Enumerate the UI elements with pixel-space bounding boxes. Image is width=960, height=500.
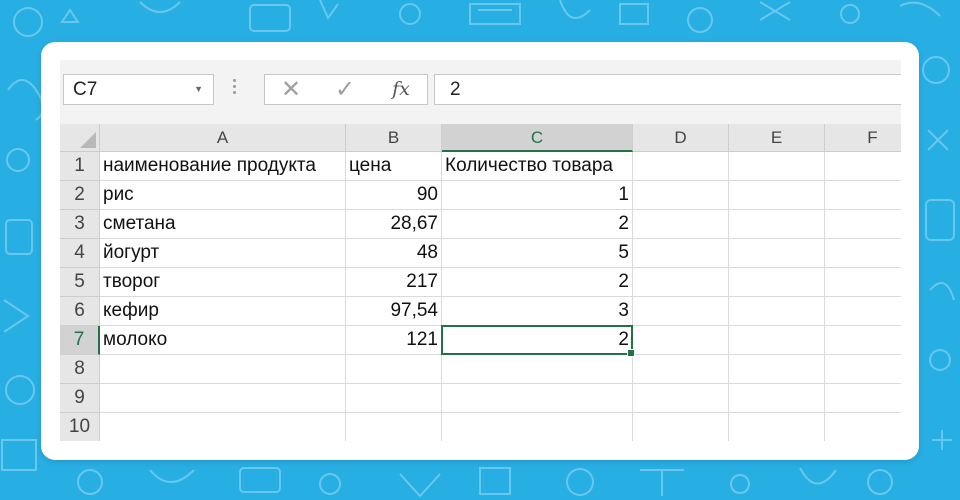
cell-e6[interactable] [729, 297, 825, 326]
cell-c8[interactable] [442, 355, 633, 384]
cell-b1[interactable]: цена [346, 152, 442, 181]
cell-d8[interactable] [633, 355, 729, 384]
formula-bar: C7 ▼ ✕ ✓ fx 2 [60, 60, 901, 112]
cell-a3[interactable]: сметана [100, 210, 346, 239]
column-header-b[interactable]: B [346, 124, 442, 152]
cell-d10[interactable] [633, 413, 729, 441]
drag-handle-icon[interactable] [232, 76, 238, 100]
row-header-1[interactable]: 1 [60, 152, 100, 181]
column-header-d[interactable]: D [633, 124, 729, 152]
cell-c1[interactable]: Количество товара [442, 152, 633, 181]
name-box[interactable]: C7 ▼ [63, 74, 214, 105]
cell-c9[interactable] [442, 384, 633, 413]
check-icon[interactable]: ✓ [325, 75, 365, 104]
select-all-button[interactable] [60, 124, 100, 152]
cell-a7[interactable]: молоко [100, 326, 346, 355]
cell-b2[interactable]: 90 [346, 181, 442, 210]
cell-e9[interactable] [729, 384, 825, 413]
cell-c6[interactable]: 3 [442, 297, 633, 326]
cell-c2[interactable]: 1 [442, 181, 633, 210]
chevron-down-icon[interactable]: ▼ [194, 75, 203, 104]
cell-d3[interactable] [633, 210, 729, 239]
cell-a9[interactable] [100, 384, 346, 413]
column-header-f[interactable]: F [825, 124, 901, 152]
worksheet-grid: A B C D E F 1 наименование продукта цена… [60, 124, 901, 441]
cell-e7[interactable] [729, 326, 825, 355]
row-header-2[interactable]: 2 [60, 181, 100, 210]
column-header-c[interactable]: C [442, 124, 633, 152]
cell-b9[interactable] [346, 384, 442, 413]
row-header-6[interactable]: 6 [60, 297, 100, 326]
cell-b3[interactable]: 28,67 [346, 210, 442, 239]
cell-d7[interactable] [633, 326, 729, 355]
column-header-e[interactable]: E [729, 124, 825, 152]
row-header-4[interactable]: 4 [60, 239, 100, 268]
cell-c5[interactable]: 2 [442, 268, 633, 297]
formula-input[interactable]: 2 [434, 74, 901, 105]
cell-a2[interactable]: рис [100, 181, 346, 210]
cell-b6[interactable]: 97,54 [346, 297, 442, 326]
cell-b10[interactable] [346, 413, 442, 441]
cell-a4[interactable]: йогурт [100, 239, 346, 268]
cell-f4[interactable] [825, 239, 901, 268]
cell-e10[interactable] [729, 413, 825, 441]
cell-d9[interactable] [633, 384, 729, 413]
name-box-value: C7 [73, 79, 98, 100]
cell-d2[interactable] [633, 181, 729, 210]
cell-e5[interactable] [729, 268, 825, 297]
cell-c10[interactable] [442, 413, 633, 441]
row-header-8[interactable]: 8 [60, 355, 100, 384]
cell-a8[interactable] [100, 355, 346, 384]
insert-function-icon[interactable]: fx [381, 75, 421, 104]
cell-d6[interactable] [633, 297, 729, 326]
formula-buttons: ✕ ✓ fx [264, 74, 428, 105]
cell-f3[interactable] [825, 210, 901, 239]
cell-f8[interactable] [825, 355, 901, 384]
cell-a5[interactable]: творог [100, 268, 346, 297]
cell-f7[interactable] [825, 326, 901, 355]
cell-e4[interactable] [729, 239, 825, 268]
cell-b5[interactable]: 217 [346, 268, 442, 297]
cell-b4[interactable]: 48 [346, 239, 442, 268]
cell-f9[interactable] [825, 384, 901, 413]
cell-a1[interactable]: наименование продукта [100, 152, 346, 181]
cell-f6[interactable] [825, 297, 901, 326]
cell-d4[interactable] [633, 239, 729, 268]
spreadsheet-window: C7 ▼ ✕ ✓ fx 2 A B C D E F 1 наименование… [60, 60, 901, 441]
cell-a6[interactable]: кефир [100, 297, 346, 326]
cell-d1[interactable] [633, 152, 729, 181]
cell-c3[interactable]: 2 [442, 210, 633, 239]
column-header-a[interactable]: A [100, 124, 346, 152]
cancel-icon[interactable]: ✕ [271, 75, 311, 104]
content-card: C7 ▼ ✕ ✓ fx 2 A B C D E F 1 наименование… [41, 42, 919, 460]
cell-d5[interactable] [633, 268, 729, 297]
row-header-3[interactable]: 3 [60, 210, 100, 239]
row-header-5[interactable]: 5 [60, 268, 100, 297]
cell-b8[interactable] [346, 355, 442, 384]
cell-c4[interactable]: 5 [442, 239, 633, 268]
cell-c7[interactable]: 2 [442, 326, 633, 355]
cell-e3[interactable] [729, 210, 825, 239]
cell-f1[interactable] [825, 152, 901, 181]
cell-f5[interactable] [825, 268, 901, 297]
cell-e2[interactable] [729, 181, 825, 210]
cell-f10[interactable] [825, 413, 901, 441]
row-header-7[interactable]: 7 [60, 326, 100, 355]
row-header-9[interactable]: 9 [60, 384, 100, 413]
cell-e8[interactable] [729, 355, 825, 384]
row-header-10[interactable]: 10 [60, 413, 100, 441]
cell-b7[interactable]: 121 [346, 326, 442, 355]
cell-f2[interactable] [825, 181, 901, 210]
cell-e1[interactable] [729, 152, 825, 181]
cell-a10[interactable] [100, 413, 346, 441]
